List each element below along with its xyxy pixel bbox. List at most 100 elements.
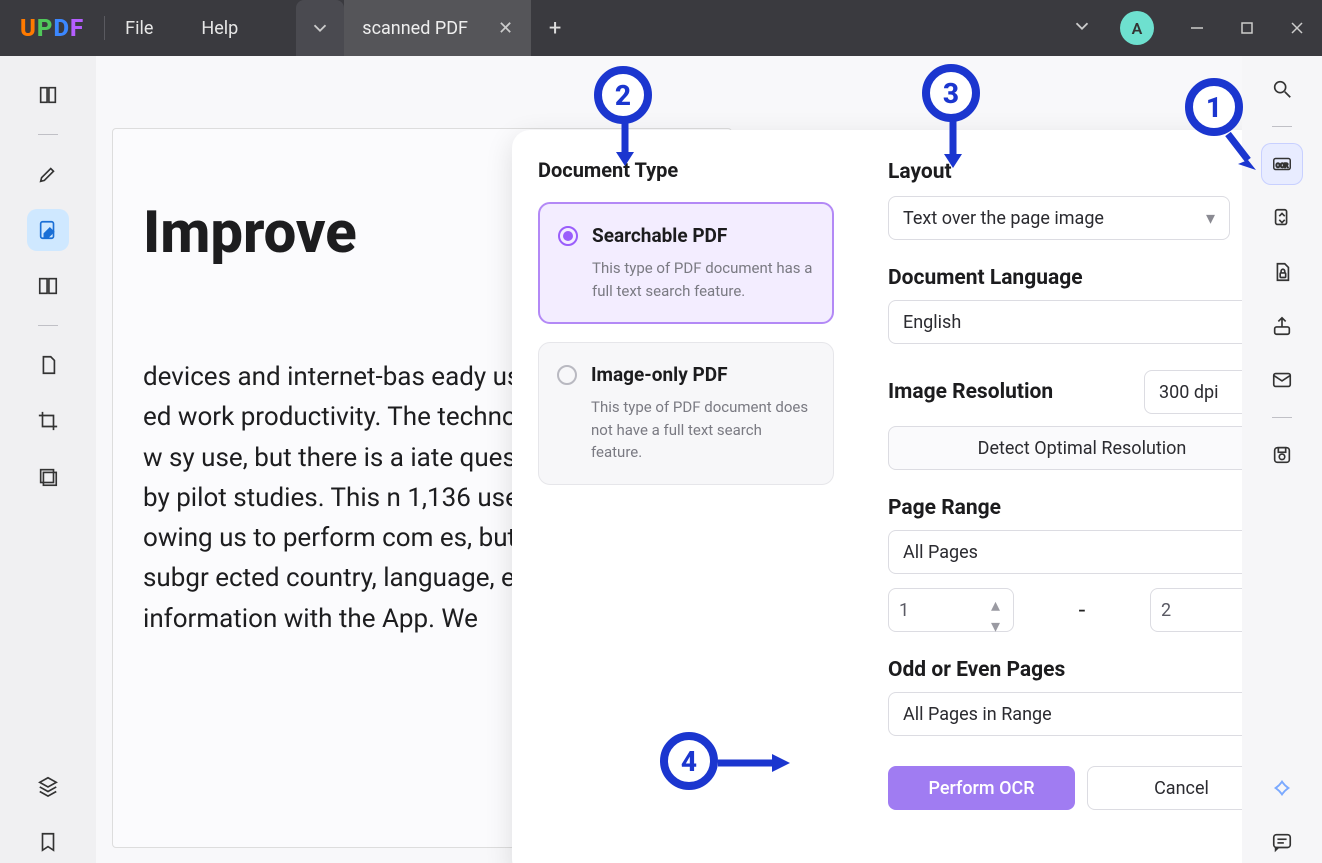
document-icon — [37, 354, 59, 376]
cancel-button[interactable]: Cancel — [1087, 766, 1242, 810]
annotation-arrow-2 — [610, 120, 640, 174]
resolution-select-value: 300 dpi — [1159, 382, 1218, 403]
sparkle-icon — [1271, 777, 1293, 799]
svg-text:OCR: OCR — [1276, 162, 1289, 170]
detect-resolution-button[interactable]: Detect Optimal Resolution — [888, 426, 1242, 470]
new-tab-button[interactable]: + — [531, 0, 579, 56]
divider — [1272, 126, 1292, 127]
search-icon — [1271, 78, 1293, 100]
option-searchable-title: Searchable PDF — [592, 224, 727, 247]
page-range-select[interactable]: All Pages ▾ — [888, 530, 1242, 574]
ocr-tool-button[interactable]: OCR — [1261, 143, 1303, 185]
radio-unselected-icon — [557, 365, 577, 385]
odd-even-select-value: All Pages in Range — [903, 704, 1052, 725]
divider — [38, 325, 58, 326]
option-imageonly-desc: This type of PDF document does not have … — [591, 396, 815, 464]
tab-list-trigger[interactable] — [296, 0, 344, 56]
share-button[interactable] — [1261, 305, 1303, 347]
ocr-icon: OCR — [1271, 153, 1293, 175]
range-dash: - — [1026, 596, 1138, 624]
layout-select-value: Text over the page image — [903, 208, 1104, 229]
annotation-callout-3: 3 — [922, 64, 980, 122]
chat-icon — [1271, 831, 1293, 853]
layout-select[interactable]: Text over the page image ▾ — [888, 196, 1230, 240]
organize-pages-button[interactable] — [27, 265, 69, 307]
bookmark-button[interactable] — [27, 821, 69, 863]
annotation-arrow-1 — [1222, 130, 1262, 182]
option-imageonly-title: Image-only PDF — [591, 363, 728, 386]
ai-button[interactable] — [1261, 767, 1303, 809]
bookmark-icon — [37, 831, 59, 853]
annotation-arrow-4 — [716, 750, 794, 780]
page-range-from-input[interactable]: 1 ▴▾ — [888, 588, 1014, 632]
crop-icon — [37, 410, 59, 432]
page-range-from-value: 1 — [899, 600, 909, 621]
option-image-only-pdf[interactable]: Image-only PDF This type of PDF document… — [538, 342, 834, 485]
language-select-value: English — [903, 312, 961, 333]
convert-button[interactable] — [1261, 197, 1303, 239]
crop-tool-button[interactable] — [27, 400, 69, 442]
document-type-heading: Document Type — [538, 158, 834, 182]
lock-file-icon — [1271, 261, 1293, 283]
pages-icon — [37, 275, 59, 297]
close-icon — [1290, 21, 1304, 35]
ocr-panel: Document Type Searchable PDF This type o… — [512, 130, 1242, 863]
mail-icon — [1271, 369, 1293, 391]
ocr-settings-section: Layout ? Text over the page image ▾ Docu… — [860, 130, 1242, 863]
titlebar-right: A — [1062, 0, 1322, 56]
account-avatar[interactable]: A — [1120, 11, 1154, 45]
menu-file[interactable]: File — [125, 18, 153, 39]
title-bar: UPDF File Help scanned PDF ✕ + A — [0, 0, 1322, 56]
perform-ocr-button[interactable]: Perform OCR — [888, 766, 1075, 810]
maximize-icon — [1240, 21, 1254, 35]
annotation-arrow-3 — [938, 118, 968, 176]
share-icon — [1271, 315, 1293, 337]
redact-tool-button[interactable] — [27, 456, 69, 498]
comment-tool-button[interactable] — [27, 153, 69, 195]
save-icon — [1271, 444, 1293, 466]
document-tab[interactable]: scanned PDF ✕ — [344, 0, 531, 56]
page-tools-button[interactable] — [27, 344, 69, 386]
menu-help[interactable]: Help — [201, 18, 238, 39]
reader-mode-button[interactable] — [27, 74, 69, 116]
minimize-icon — [1190, 21, 1204, 35]
chevron-down-icon — [1071, 15, 1093, 37]
spinner-icon[interactable]: ▴▾ — [991, 595, 1007, 625]
save-other-button[interactable] — [1261, 434, 1303, 476]
highlighter-icon — [37, 163, 59, 185]
plus-icon: + — [549, 16, 561, 41]
edit-page-icon — [37, 219, 59, 241]
option-searchable-desc: This type of PDF document has a full tex… — [592, 257, 814, 302]
chat-button[interactable] — [1261, 821, 1303, 863]
workspace: Improve devices and internet-bas eady us… — [0, 56, 1322, 863]
convert-icon — [1271, 207, 1293, 229]
maximize-button[interactable] — [1222, 0, 1272, 56]
stack-icon — [37, 466, 59, 488]
layers-icon — [37, 775, 59, 797]
odd-even-select[interactable]: All Pages in Range ▾ — [888, 692, 1242, 736]
page-range-to-input[interactable]: 2 ▴▾ — [1150, 588, 1242, 632]
divider — [38, 134, 58, 135]
resolution-select[interactable]: 300 dpi ▾ — [1144, 370, 1242, 414]
search-button[interactable] — [1261, 68, 1303, 110]
dropdown-button[interactable] — [1062, 15, 1102, 42]
edit-tool-button[interactable] — [27, 209, 69, 251]
divider — [104, 16, 105, 40]
page-range-to-value: 2 — [1161, 600, 1171, 621]
chevron-down-icon: ▾ — [1206, 208, 1215, 229]
layers-button[interactable] — [27, 765, 69, 807]
option-searchable-pdf[interactable]: Searchable PDF This type of PDF document… — [538, 202, 834, 324]
language-select[interactable]: English ▾ — [888, 300, 1242, 344]
page-range-select-value: All Pages — [903, 542, 978, 563]
divider — [1272, 417, 1292, 418]
chevron-down-icon — [309, 17, 331, 39]
minimize-button[interactable] — [1172, 0, 1222, 56]
email-button[interactable] — [1261, 359, 1303, 401]
odd-even-label: Odd or Even Pages — [888, 658, 1242, 682]
tab-close-button[interactable]: ✕ — [498, 18, 513, 39]
protect-button[interactable] — [1261, 251, 1303, 293]
resolution-label: Image Resolution — [888, 380, 1053, 404]
close-window-button[interactable] — [1272, 0, 1322, 56]
page-range-label: Page Range — [888, 496, 1242, 520]
left-toolbar — [0, 56, 96, 863]
